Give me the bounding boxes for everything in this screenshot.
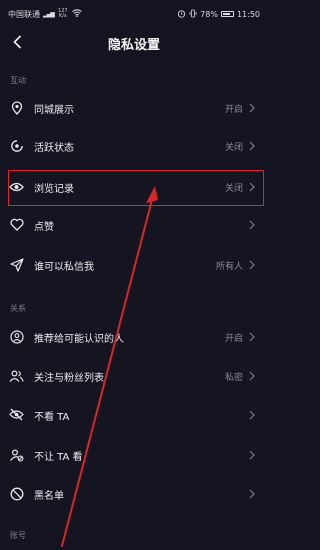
send-paper-plane-icon (9, 257, 24, 272)
battery-icon (220, 11, 234, 17)
row-value: 开启 (224, 105, 243, 115)
signal-bars-icon: ▂▄▆ (43, 10, 55, 18)
section-label-account: 账号 (10, 531, 26, 540)
chevron-right-icon (248, 332, 256, 342)
setting-row-follow-fans-list[interactable]: 关注与粉丝列表 私密 (0, 357, 268, 395)
section-label-interaction: 互动 (10, 76, 26, 85)
activity-status-icon (9, 138, 24, 153)
back-button[interactable] (8, 32, 26, 54)
setting-row-who-can-message[interactable]: 谁可以私信我 所有人 (0, 246, 268, 284)
row-label: 关注与粉丝列表 (34, 373, 104, 384)
setting-row-nearby-display[interactable]: 同城展示 开启 (0, 89, 268, 127)
chevron-right-icon (248, 260, 256, 270)
setting-row-blacklist[interactable]: 黑名单 (0, 475, 268, 513)
status-right: 78% 11:50 (177, 9, 260, 20)
row-label: 同城展示 (34, 105, 74, 116)
setting-row-dont-let-them-view[interactable]: 不让 TA 看 (0, 436, 268, 474)
chevron-right-icon (248, 371, 256, 381)
network-speed: 127 K/s (57, 9, 69, 19)
alarm-icon (177, 9, 186, 20)
chevron-left-icon (12, 34, 22, 53)
highlight-box (8, 170, 264, 206)
setting-row-dont-view-them[interactable]: 不看 TA (0, 396, 268, 434)
chevron-right-icon (248, 220, 256, 230)
row-value: 开启 (224, 334, 243, 344)
row-label: 点赞 (34, 222, 54, 233)
row-value: 所有人 (215, 262, 243, 272)
person-circle-icon (9, 329, 24, 344)
nav-bar: 隐私设置 (0, 28, 268, 58)
eye-off-icon (9, 407, 24, 422)
followers-icon (9, 368, 24, 383)
setting-row-recommend-to-contacts[interactable]: 推荐给可能认识的人 开启 (0, 318, 268, 356)
chevron-right-icon (248, 410, 256, 420)
row-label: 不让 TA 看 (34, 452, 83, 463)
status-left: 中国联通 ▂▄▆ 127 K/s (8, 9, 177, 20)
network-speed-unit: K/s (59, 13, 67, 19)
status-bar: 中国联通 ▂▄▆ 127 K/s 78% 11:50 (0, 0, 268, 28)
row-label: 谁可以私信我 (34, 262, 94, 273)
heart-icon (9, 217, 24, 232)
row-label: 推荐给可能认识的人 (34, 334, 124, 345)
row-label: 黑名单 (34, 491, 64, 502)
section-label-relationship: 关系 (10, 304, 26, 313)
chevron-right-icon (248, 450, 256, 460)
wifi-icon (72, 9, 82, 19)
chevron-right-icon (248, 103, 256, 113)
setting-row-active-status[interactable]: 活跃状态 关闭 (0, 127, 268, 165)
page-title: 隐私设置 (107, 37, 160, 53)
carrier-label: 中国联通 (8, 9, 40, 19)
battery-percent: 78% (200, 9, 218, 19)
chevron-right-icon (248, 141, 256, 151)
row-value: 私密 (224, 373, 243, 383)
row-label: 活跃状态 (34, 143, 74, 154)
row-value: 关闭 (224, 143, 243, 153)
row-label: 不看 TA (34, 412, 70, 423)
location-pin-icon (9, 100, 24, 115)
block-icon (9, 486, 24, 501)
setting-row-likes[interactable]: 点赞 (0, 206, 268, 244)
user-blocked-icon (9, 447, 24, 462)
vibrate-icon (189, 9, 197, 20)
battery-fill (222, 13, 230, 15)
chevron-right-icon (248, 489, 256, 499)
clock: 11:50 (236, 9, 260, 19)
